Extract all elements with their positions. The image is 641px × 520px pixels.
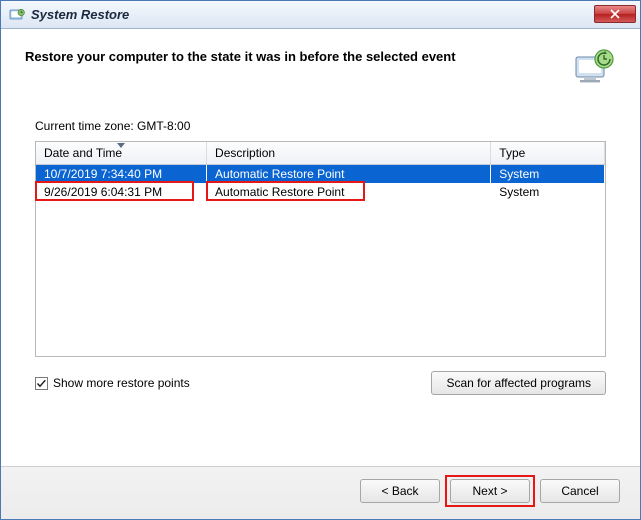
back-button[interactable]: < Back — [360, 479, 440, 503]
show-more-checkbox[interactable]: Show more restore points — [35, 376, 190, 390]
cancel-button[interactable]: Cancel — [540, 479, 620, 503]
restore-computer-icon — [572, 47, 616, 91]
wizard-footer: < Back Next > Cancel — [1, 466, 640, 519]
timezone-label: Current time zone: GMT-8:00 — [35, 119, 616, 133]
next-button[interactable]: Next > — [450, 479, 530, 503]
cell-description: Automatic Restore Point — [207, 183, 491, 201]
column-header-type-label: Type — [499, 146, 525, 160]
content-area: Restore your computer to the state it wa… — [1, 29, 640, 466]
sort-indicator-icon — [117, 143, 125, 148]
close-icon — [610, 9, 620, 19]
column-header-description-label: Description — [215, 146, 275, 160]
column-header-type[interactable]: Type — [491, 142, 605, 165]
system-restore-window: System Restore Restore your computer to … — [0, 0, 641, 520]
table-region: Date and Time Description Type — [25, 141, 616, 357]
column-header-description[interactable]: Description — [207, 142, 491, 165]
page-headline: Restore your computer to the state it wa… — [25, 47, 560, 64]
header-row: Restore your computer to the state it wa… — [25, 47, 616, 91]
column-header-datetime[interactable]: Date and Time — [36, 142, 207, 165]
scan-affected-button[interactable]: Scan for affected programs — [431, 371, 606, 395]
cell-datetime: 10/7/2019 7:34:40 PM — [36, 165, 207, 184]
window-title: System Restore — [31, 7, 129, 22]
column-header-datetime-label: Date and Time — [44, 146, 122, 160]
table-row[interactable]: 10/7/2019 7:34:40 PM Automatic Restore P… — [36, 165, 605, 184]
cell-datetime: 9/26/2019 6:04:31 PM — [36, 183, 207, 201]
cell-description: Automatic Restore Point — [207, 165, 491, 184]
cell-type: System — [491, 165, 605, 184]
close-button[interactable] — [594, 5, 636, 23]
restore-points-table[interactable]: Date and Time Description Type — [35, 141, 606, 357]
next-button-highlight: Next > — [450, 479, 530, 503]
cell-type: System — [491, 183, 605, 201]
show-more-label: Show more restore points — [53, 376, 190, 390]
checkmark-icon — [36, 378, 47, 389]
system-restore-icon — [9, 8, 25, 22]
titlebar: System Restore — [1, 1, 640, 29]
options-row: Show more restore points Scan for affect… — [35, 371, 606, 395]
checkbox-box — [35, 377, 48, 390]
table-row[interactable]: 9/26/2019 6:04:31 PM Automatic Restore P… — [36, 183, 605, 201]
